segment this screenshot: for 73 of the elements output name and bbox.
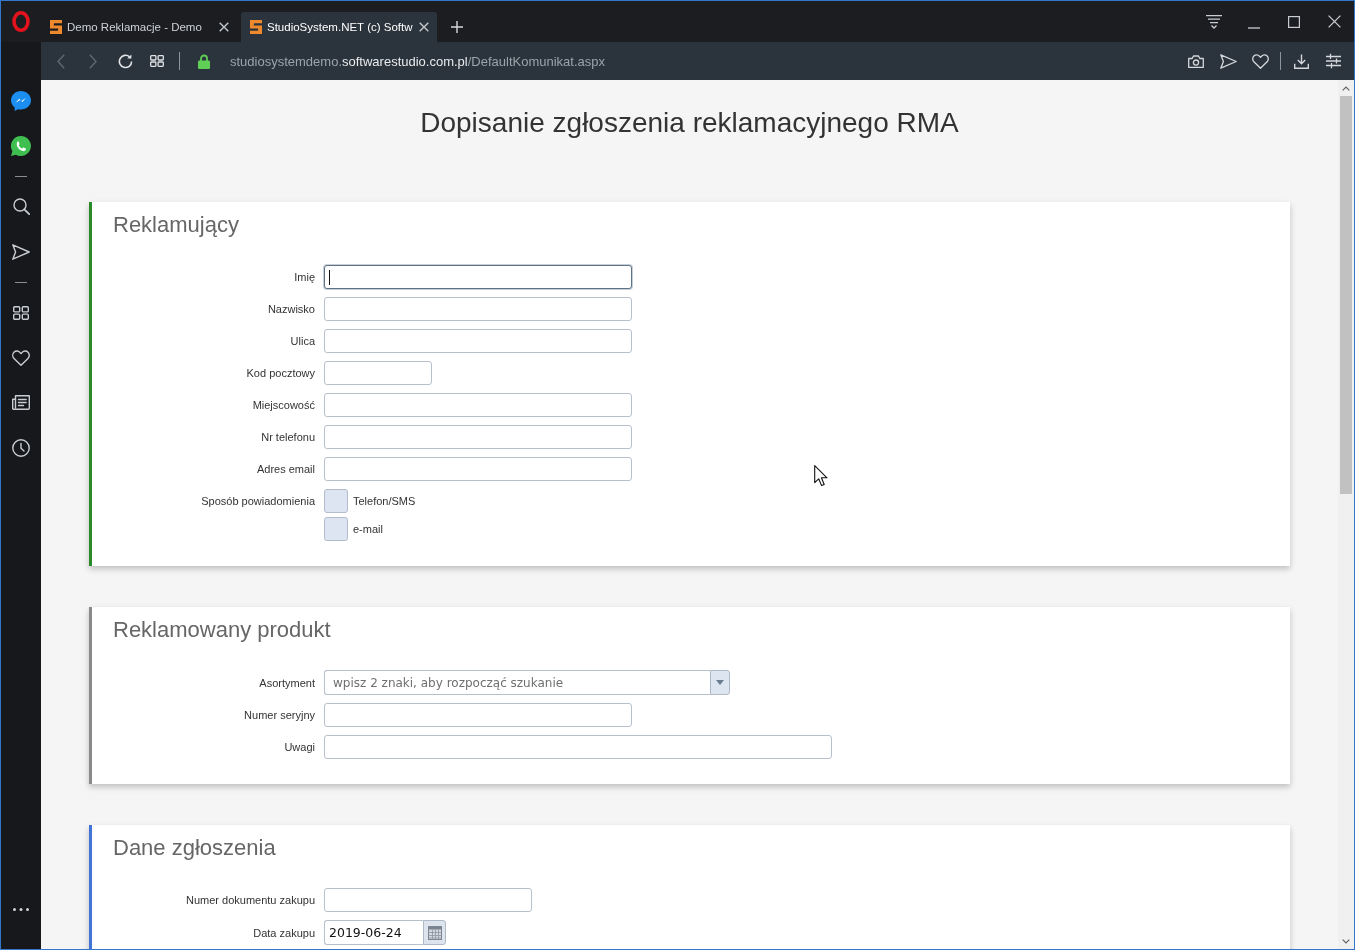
field-label: Sposób powiadomienia [201,494,315,509]
close-icon[interactable] [419,22,429,32]
checkbox[interactable] [324,489,348,513]
reload-icon[interactable] [117,53,133,69]
section-title: Reklamujący [113,212,239,238]
send-arrow-icon[interactable] [12,243,30,260]
field-label: Nazwisko [267,302,315,316]
field-label: Numer seryjny [244,708,315,722]
checkbox-label: e-mail [353,523,383,535]
input-field[interactable] [324,361,432,385]
filter-lines-icon[interactable] [1206,14,1222,29]
combo-input[interactable]: wpisz 2 znaki, aby rozpocząć szukanie [324,670,710,695]
field-label: Adres email [256,462,315,476]
field-label: Nr telefonu [261,430,315,444]
dropdown-button[interactable] [710,670,730,695]
maximize-icon[interactable] [1288,15,1300,28]
chevron-down-icon[interactable] [1342,938,1350,944]
chevron-up-icon[interactable] [1342,85,1350,91]
address-field[interactable]: studiosystemdemo.softwarestudio.com.pl/DefaultKomunikat.aspx [230,53,606,69]
field-label: Ulica [290,334,315,348]
camera-icon[interactable] [1188,54,1204,68]
field-label: Asortyment [259,675,315,690]
close-icon[interactable] [219,22,229,32]
download-icon[interactable] [1293,53,1309,69]
input-field[interactable] [324,888,532,912]
o-logo-icon [12,11,30,32]
mouse-pointer-icon [814,465,828,487]
chat-bubble-icon[interactable] [11,90,31,111]
date-field[interactable]: 2019-06-24 [324,920,423,945]
scrollbar[interactable] [1338,80,1354,949]
text-cursor [329,269,330,285]
field-label: Kod pocztowy [246,366,315,380]
input-field[interactable] [324,297,632,321]
input-field[interactable] [324,425,632,449]
phone-bubble-icon[interactable] [11,135,31,156]
checkbox-label: Telefon/SMS [353,495,416,507]
news-icon[interactable] [12,395,30,410]
input-field[interactable] [324,457,632,481]
caret-down-icon [716,680,724,685]
clock-icon[interactable] [12,438,30,457]
grid-icon[interactable] [13,305,29,320]
section-title: Reklamowany produkt [113,617,331,643]
heart-icon[interactable] [1251,53,1269,69]
input-field[interactable] [324,735,832,759]
search-icon[interactable] [12,198,30,215]
field-label: Uwagi [284,740,315,754]
minimize-icon[interactable] [1248,26,1260,29]
more-icon[interactable] [13,908,29,911]
checkbox[interactable] [324,517,348,541]
scrollbar-thumb[interactable] [1340,96,1352,494]
calendar-icon [427,925,442,940]
padlock-icon[interactable] [198,53,210,69]
send-arrow-icon[interactable] [1219,53,1237,69]
input-field[interactable] [324,329,632,353]
close-icon[interactable] [1327,15,1341,28]
browser-tab[interactable]: Demo Reklamacje - Demo [41,12,237,42]
settings-sliders-icon[interactable] [1325,53,1341,69]
field-label: Miejscowość [252,398,315,412]
field-label: Data zakupu [253,925,315,940]
s-logo-icon [50,20,62,34]
s-logo-icon [250,20,262,34]
page-title: Dopisanie zgłoszenia reklamacyjnego RMA [420,106,959,140]
field-label: Imię [294,270,315,284]
plus-icon[interactable] [451,21,463,33]
input-field[interactable] [324,703,632,727]
field-label: Numer dokumentu zakupu [186,893,315,907]
input-field[interactable] [324,265,632,289]
calendar-button[interactable] [423,920,446,945]
section-title: Dane zgłoszenia [113,835,276,861]
heart-icon[interactable] [12,349,30,366]
input-field[interactable] [324,393,632,417]
grid-icon[interactable] [150,55,164,67]
browser-tab[interactable]: StudioSystem.NET (c) Softw [241,12,437,42]
